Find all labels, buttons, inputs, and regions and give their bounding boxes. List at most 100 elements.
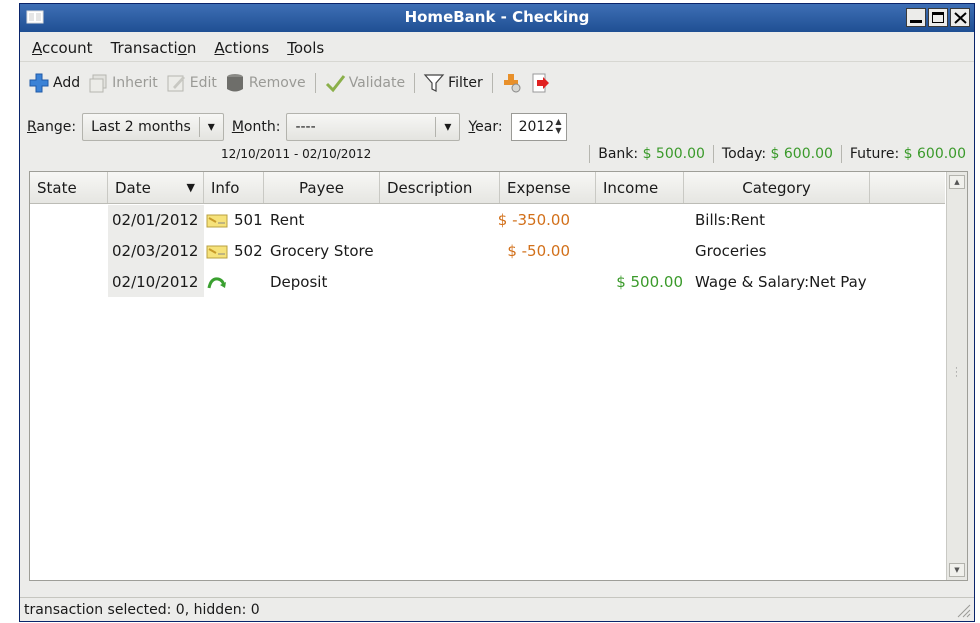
bank-value: $ 500.00 xyxy=(642,146,705,162)
validate-button[interactable]: Validate xyxy=(324,72,405,94)
year-label: Year: xyxy=(468,119,503,135)
column-header-filler xyxy=(870,172,945,203)
cell-payee: Grocery Store xyxy=(270,242,374,260)
menu-bar: Account Transaction Actions Tools xyxy=(20,34,974,62)
menu-account[interactable]: Account xyxy=(32,39,93,57)
assign-button[interactable] xyxy=(501,72,523,94)
menu-tools[interactable]: Tools xyxy=(287,39,324,57)
scroll-down-icon[interactable]: ▼ xyxy=(949,563,965,577)
resize-grip-icon[interactable] xyxy=(955,602,971,618)
month-label: Month: xyxy=(231,119,281,135)
add-icon xyxy=(29,73,49,93)
table-row[interactable]: 02/01/2012 501 Rent $ -350.00 Bills:Rent xyxy=(30,205,945,236)
bank-label: Bank: xyxy=(598,146,639,162)
add-button[interactable]: Add xyxy=(28,72,80,94)
sort-descending-icon: ▼ xyxy=(186,181,195,194)
toolbar-separator xyxy=(314,73,316,93)
year-spinner[interactable]: 2012 ▲ ▼ xyxy=(510,113,567,141)
range-combo[interactable]: Last 2 months ▾ xyxy=(82,113,224,141)
range-bar: Range: Last 2 months ▾ Month: ---- ▾ Yea… xyxy=(20,112,974,142)
year-value: 2012 xyxy=(518,119,555,135)
title-bar[interactable]: HomeBank - Checking xyxy=(20,4,974,32)
edit-button[interactable]: Edit xyxy=(165,72,217,94)
today-value: $ 600.00 xyxy=(770,146,833,162)
column-header-info[interactable]: Info xyxy=(204,172,264,203)
cell-date: 02/03/2012 xyxy=(112,242,199,260)
cell-info: 502 xyxy=(234,242,263,260)
balance-separator xyxy=(840,145,842,163)
checkmark-icon xyxy=(325,75,345,93)
toolbar: Add Inherit Edit Remove Validate Filter xyxy=(20,68,974,98)
inherit-button[interactable]: Inherit xyxy=(87,72,158,94)
today-label: Today: xyxy=(721,146,767,162)
range-value: Last 2 months xyxy=(91,119,191,135)
assign-icon xyxy=(503,74,521,93)
close-account-button[interactable] xyxy=(530,72,552,94)
cell-date: 02/10/2012 xyxy=(112,273,199,291)
cell-expense: $ -350.00 xyxy=(497,211,570,229)
column-header-category[interactable]: Category xyxy=(684,172,870,203)
menu-actions[interactable]: Actions xyxy=(214,39,269,57)
cell-payee: Rent xyxy=(270,211,305,229)
spin-arrows-icon[interactable]: ▲ ▼ xyxy=(555,117,561,135)
transaction-list[interactable]: State Date ▼ Info Payee Description Expen… xyxy=(29,171,968,581)
add-label: Add xyxy=(53,75,81,91)
column-header-state[interactable]: State xyxy=(30,172,108,203)
menu-transaction[interactable]: Transaction xyxy=(111,39,197,57)
month-value: ---- xyxy=(295,119,316,135)
check-payment-icon xyxy=(206,245,228,259)
validate-label: Validate xyxy=(348,75,406,91)
column-header-expense[interactable]: Expense xyxy=(500,172,596,203)
edit-label: Edit xyxy=(189,75,217,91)
scroll-up-icon[interactable]: ▲ xyxy=(949,175,965,189)
future-label: Future: xyxy=(849,146,900,162)
inherit-label: Inherit xyxy=(112,75,158,91)
vertical-scrollbar[interactable]: ▲ · · · ▼ xyxy=(946,172,967,580)
balance-separator xyxy=(712,145,714,163)
column-header-date[interactable]: Date ▼ xyxy=(108,172,204,203)
toolbar-separator xyxy=(414,73,416,93)
deposit-icon xyxy=(207,277,226,289)
cell-category: Groceries xyxy=(695,242,767,260)
table-row[interactable]: 02/03/2012 502 Grocery Store $ -50.00 Gr… xyxy=(30,236,945,267)
check-payment-icon xyxy=(206,214,228,228)
trash-icon xyxy=(226,74,243,92)
scroll-grip-icon[interactable]: · · · xyxy=(955,365,958,382)
dropdown-arrow-icon: ▾ xyxy=(435,117,451,137)
dropdown-arrow-icon: ▾ xyxy=(198,117,215,137)
date-range-text: 12/10/2011 - 02/10/2012 xyxy=(221,147,372,161)
inherit-icon xyxy=(89,74,107,93)
month-combo[interactable]: ---- ▾ xyxy=(286,113,461,141)
cell-expense: $ -50.00 xyxy=(507,242,570,260)
close-button[interactable] xyxy=(950,8,970,27)
maximize-button[interactable] xyxy=(928,8,948,27)
minimize-button[interactable] xyxy=(906,8,926,27)
status-text: transaction selected: 0, hidden: 0 xyxy=(24,601,260,618)
cell-income: $ 500.00 xyxy=(616,273,683,291)
homebank-window: HomeBank - Checking Account Transaction … xyxy=(19,3,975,622)
exit-icon xyxy=(532,73,549,93)
filter-button[interactable]: Filter xyxy=(423,72,483,94)
cell-category: Wage & Salary:Net Pay xyxy=(695,273,867,291)
filter-icon xyxy=(423,74,445,92)
transaction-rows: 02/01/2012 501 Rent $ -350.00 Bills:Rent… xyxy=(30,205,945,298)
list-header: State Date ▼ Info Payee Description Expen… xyxy=(30,172,945,204)
table-row[interactable]: 02/10/2012 Deposit $ 500.00 Wage & Salar… xyxy=(30,267,945,298)
cell-info: 501 xyxy=(234,211,263,229)
edit-icon xyxy=(167,75,185,92)
balance-separator xyxy=(589,145,591,163)
remove-label: Remove xyxy=(248,75,306,91)
column-header-payee[interactable]: Payee xyxy=(264,172,380,203)
future-value: $ 600.00 xyxy=(903,146,966,162)
close-icon xyxy=(954,12,967,24)
status-bar: transaction selected: 0, hidden: 0 xyxy=(20,597,974,621)
column-header-description[interactable]: Description xyxy=(380,172,500,203)
remove-button[interactable]: Remove xyxy=(224,72,306,94)
window-title: HomeBank - Checking xyxy=(404,8,590,26)
cell-date: 02/01/2012 xyxy=(112,211,199,229)
balances-bar: Bank: $ 500.00 Today: $ 600.00 Future: $… xyxy=(581,145,966,163)
toolbar-separator xyxy=(491,73,493,93)
cell-payee: Deposit xyxy=(270,273,328,291)
range-label: Range: xyxy=(27,119,77,135)
column-header-income[interactable]: Income xyxy=(596,172,684,203)
